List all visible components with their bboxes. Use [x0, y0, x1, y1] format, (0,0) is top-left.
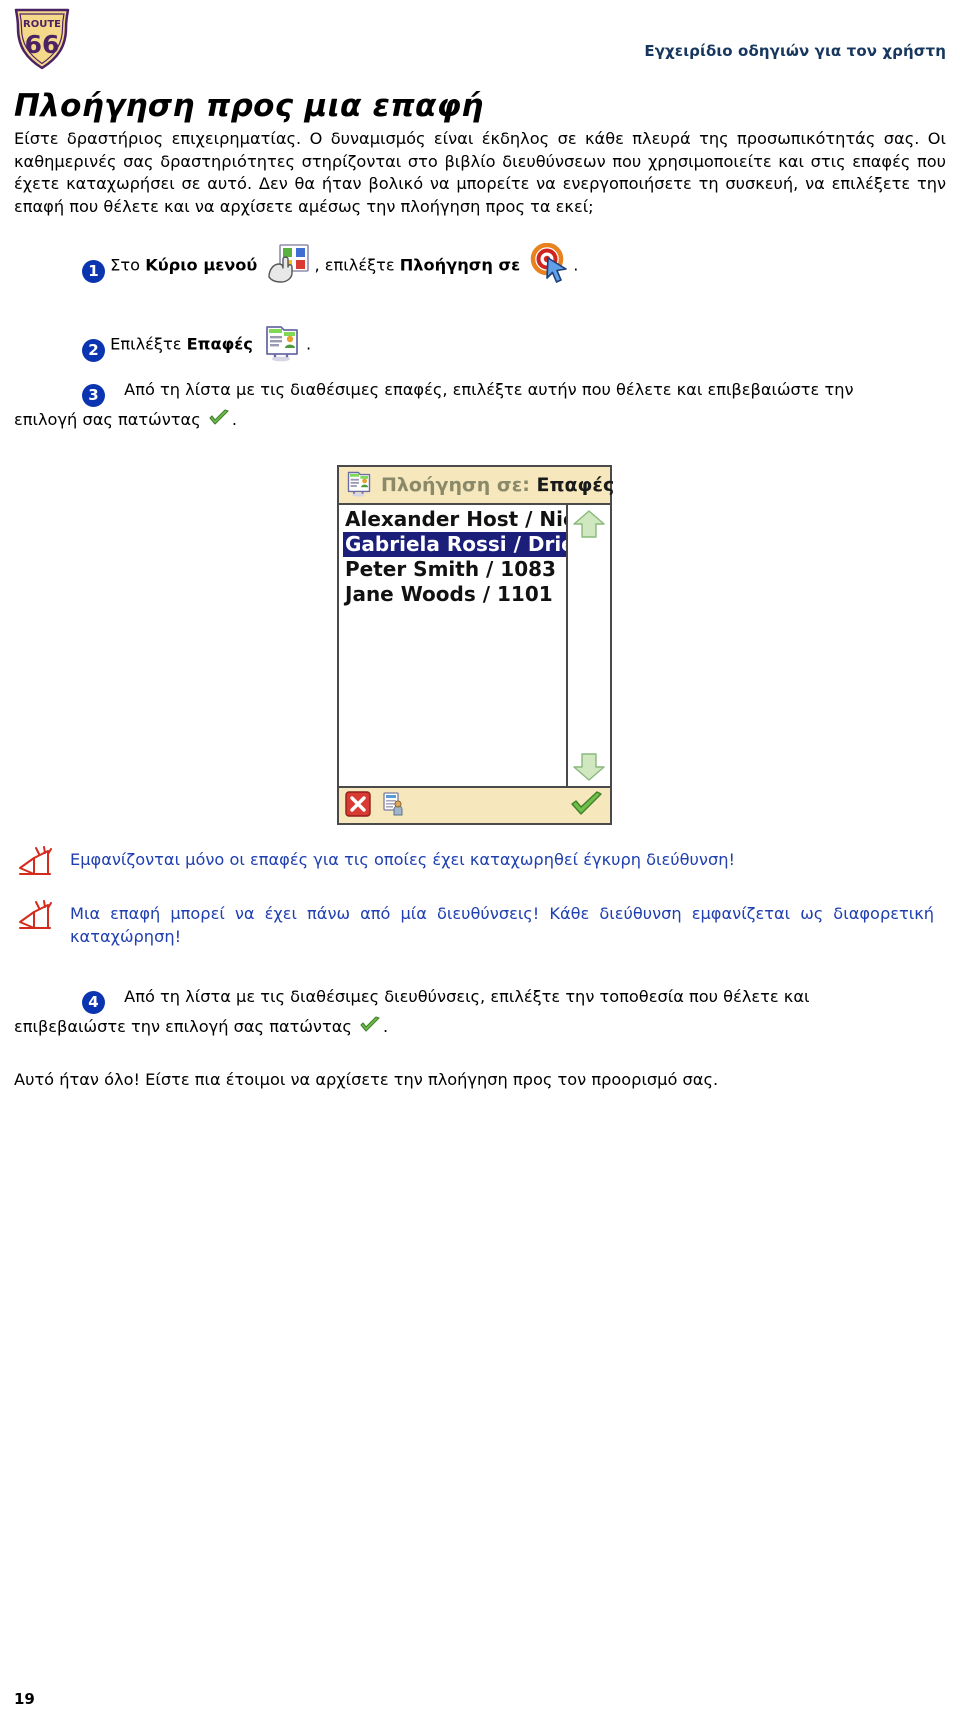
contacts-icon [345, 469, 373, 501]
note-1: Εμφανίζονται μόνο οι επαφές για τις οποί… [14, 846, 934, 875]
closing-text: Αυτό ήταν όλο! Είστε πια έτοιμοι να αρχί… [14, 1070, 719, 1089]
list-item[interactable]: Peter Smith / 1083 [343, 557, 566, 582]
device-screenshot: Πλοήγηση σε: Επαφές Alexander Host / Nie… [337, 465, 614, 825]
warning-horn-icon [14, 900, 58, 936]
route66-logo: ROUTE 66 [10, 6, 74, 72]
device-title-text: Πλοήγηση σε: Επαφές [381, 474, 614, 496]
step-2: 2 Επιλέξτε Επαφές . [82, 322, 482, 368]
step-3-tail: . [231, 410, 238, 429]
step-2-text-part2: . [306, 334, 312, 354]
step-3-continued: επιλογή σας πατώντας . [14, 408, 414, 433]
green-check-icon [208, 408, 230, 433]
step-3: 3 Από τη λίστα με τις διαθέσιμες επαφές,… [82, 378, 952, 407]
page-title: Πλοήγηση προς μια επαφή [14, 88, 484, 124]
warning-horn-icon [14, 846, 58, 882]
green-check-icon[interactable] [570, 790, 604, 821]
note-2: Μια επαφή μπορεί να έχει πάνω από μία δι… [14, 900, 934, 948]
step-1: 1 Στο Κύριο μενού , επιλέξτε Πλοήγηση σε… [82, 242, 642, 289]
step-4-number: 4 [82, 991, 105, 1014]
step-2-text-part1: Επιλέξτε [110, 334, 187, 354]
red-x-icon[interactable] [345, 790, 371, 821]
device-titlebar: Πλοήγηση σε: Επαφές [339, 467, 614, 505]
contact-list[interactable]: Alexander Host / Nie... Gabriela Rossi /… [339, 505, 566, 786]
green-check-icon [359, 1015, 381, 1040]
scrollbar[interactable] [566, 505, 610, 786]
step-3-number: 3 [82, 384, 105, 407]
step-4-text-continued: επιβεβαιώστε την επιλογή σας πατώντας [14, 1017, 352, 1036]
list-item[interactable]: Gabriela Rossi / Drie... [343, 532, 566, 557]
contact-detail-icon[interactable] [381, 791, 405, 821]
scroll-down-arrow-icon[interactable] [571, 752, 607, 782]
step-1-text-part3: . [573, 255, 579, 275]
logo-route-text: ROUTE [23, 19, 61, 30]
list-item[interactable]: Alexander Host / Nie... [343, 507, 566, 532]
page-header: ROUTE 66 Εγχειρίδιο οδηγιών για τον χρήσ… [0, 0, 960, 72]
device-footer [339, 786, 610, 823]
page-number: 19 [14, 1690, 35, 1708]
device-title-value: Επαφές [536, 474, 615, 496]
device-title-prefix: Πλοήγηση σε: [381, 474, 537, 496]
step-3-text-continued: επιλογή σας πατώντας [14, 410, 201, 429]
step-4: 4 Από τη λίστα με τις διαθέσιμες διευθύν… [82, 985, 952, 1014]
scroll-up-arrow-icon[interactable] [571, 509, 607, 539]
document-page: ROUTE 66 Εγχειρίδιο οδηγιών για τον χρήσ… [0, 0, 960, 1722]
step-1-bold-main-menu: Κύριο μενού [145, 255, 258, 275]
manual-title: Εγχειρίδιο οδηγιών για τον χρήστη [644, 42, 946, 60]
step-4-tail: . [383, 1017, 389, 1036]
list-item[interactable]: Jane Woods / 1101 [343, 582, 566, 607]
step-1-text-part1: Στο [110, 255, 146, 275]
note-2-text: Μια επαφή μπορεί να έχει πάνω από μία δι… [70, 904, 934, 946]
step-3-text: Από τη λίστα με τις διαθέσιμες επαφές, ε… [124, 380, 854, 399]
step-4-continued: επιβεβαιώστε την επιλογή σας πατώντας . [14, 1015, 614, 1040]
main-menu-icon [266, 243, 310, 289]
step-2-bold-contacts: Επαφές [186, 334, 253, 354]
navigate-to-icon [528, 242, 570, 289]
step-1-text-part2: , επιλέξτε [314, 255, 400, 275]
step-1-number: 1 [82, 259, 105, 283]
device-body: Alexander Host / Nie... Gabriela Rossi /… [339, 505, 610, 786]
step-4-text: Από τη λίστα με τις διαθέσιμες διευθύνσε… [124, 987, 810, 1006]
logo-number-text: 66 [25, 30, 60, 59]
step-1-bold-navigate-to: Πλοήγηση σε [399, 255, 521, 275]
contacts-icon [262, 322, 302, 368]
step-2-number: 2 [82, 338, 105, 362]
note-1-text: Εμφανίζονται μόνο οι επαφές για τις οποί… [70, 850, 735, 869]
intro-paragraph: Είστε δραστήριος επιχειρηματίας. Ο δυναμ… [14, 129, 946, 216]
